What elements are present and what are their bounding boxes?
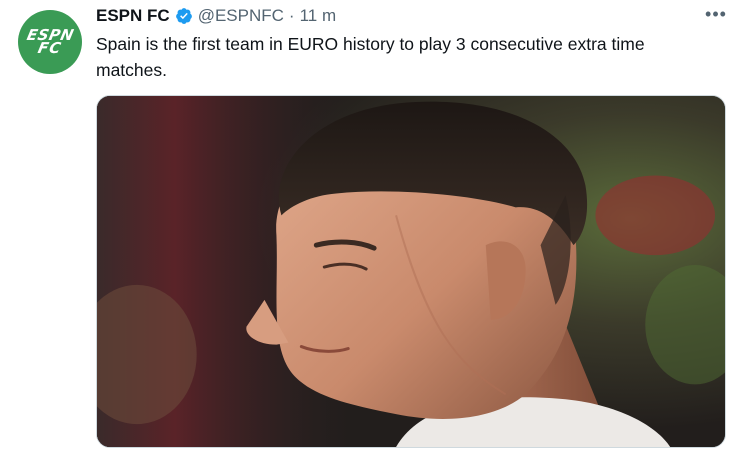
tweet-card[interactable]: ESPN FC ESPN FC @ESPNFC · 11 m ••• Spain… <box>0 0 750 463</box>
verified-badge-icon <box>175 7 193 25</box>
espn-fc-logo: ESPN FC <box>25 26 75 58</box>
author-handle[interactable]: @ESPNFC <box>198 6 284 26</box>
player-photo <box>97 96 725 447</box>
timestamp[interactable]: 11 m <box>300 6 337 26</box>
author-name[interactable]: ESPN FC <box>96 6 170 26</box>
tweet-header: ESPN FC @ESPNFC · 11 m <box>96 4 336 28</box>
tweet-media-photo[interactable] <box>96 95 726 448</box>
avatar[interactable]: ESPN FC <box>18 10 82 74</box>
separator-dot: · <box>288 6 295 25</box>
logo-line-2: FC <box>36 39 64 57</box>
more-options-icon[interactable]: ••• <box>702 4 730 24</box>
tweet-text: Spain is the first team in EURO history … <box>96 34 645 80</box>
